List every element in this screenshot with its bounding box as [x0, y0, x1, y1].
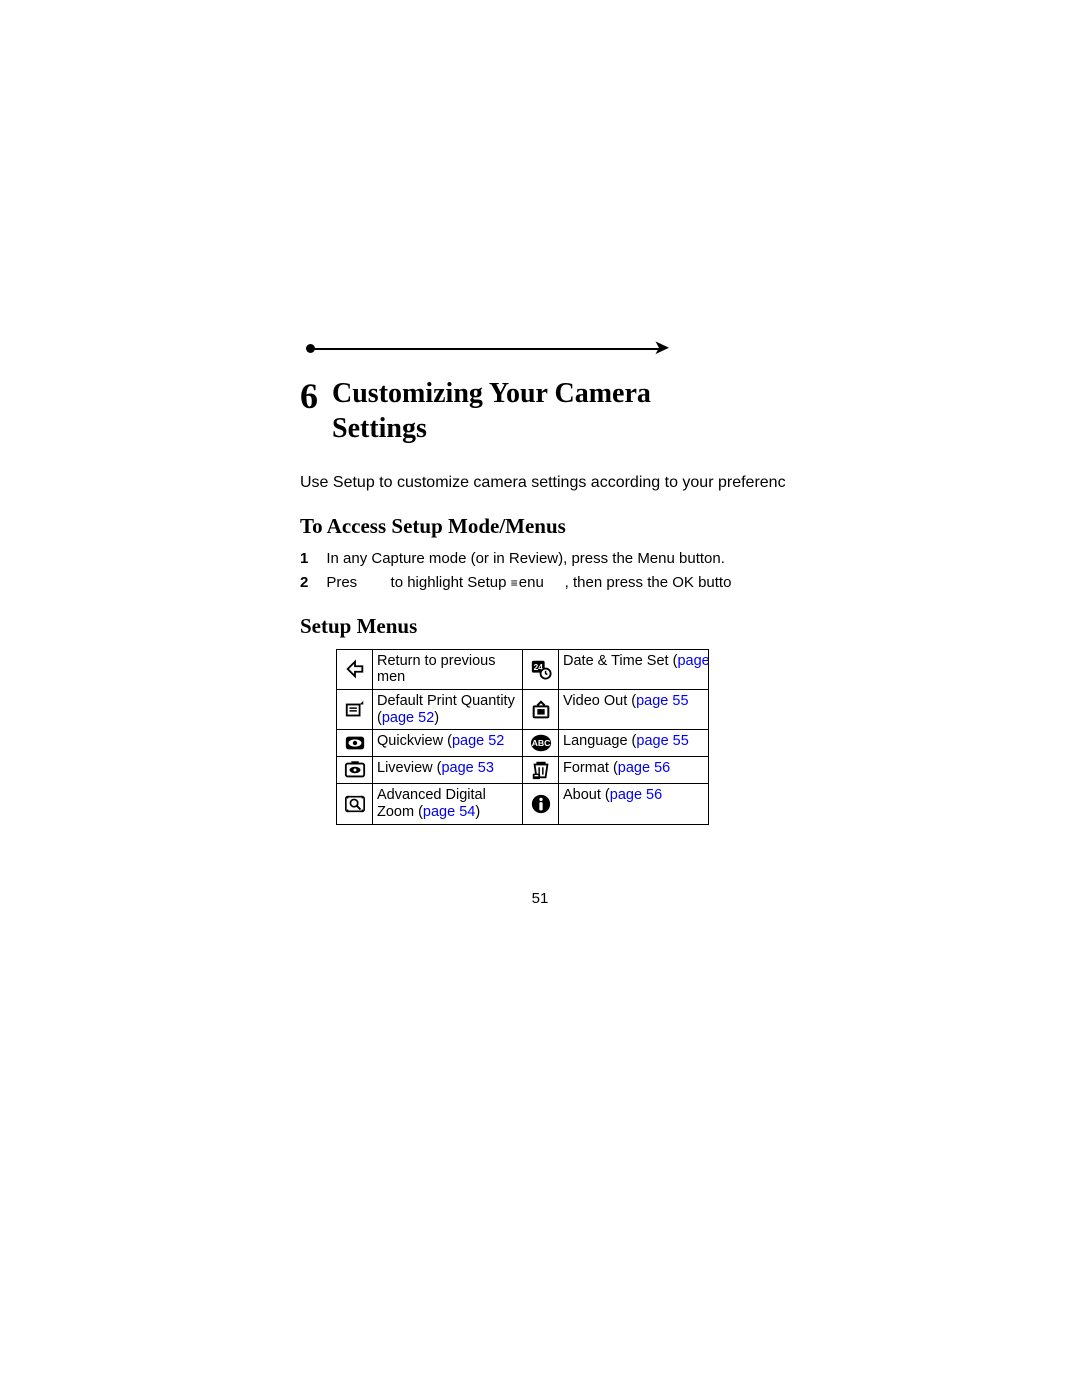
- cell-quickview: Quickview (page 52: [373, 730, 523, 757]
- step-2: 2 Pres to highlight Setup ≡enu , then pr…: [300, 573, 700, 593]
- table-row: Liveview (page 53 Format (page 56: [337, 757, 709, 784]
- page-link[interactable]: page 57: [677, 653, 708, 669]
- chapter-number: 6: [300, 376, 318, 414]
- chapter-heading: 6 Customizing Your Camera Settings: [300, 376, 700, 446]
- step-2-frag-b: to highlight Setup: [391, 574, 507, 591]
- about-icon: [523, 784, 559, 824]
- cell-text: Liveview (: [377, 760, 441, 776]
- document-page: ➤ 6 Customizing Your Camera Settings Use…: [0, 0, 1080, 1397]
- chapter-title: Customizing Your Camera Settings: [332, 376, 700, 446]
- setup-menu-icon: ≡: [508, 575, 516, 591]
- page-link[interactable]: page 55: [636, 733, 688, 749]
- cell-text: Language (: [563, 733, 636, 749]
- step-1: 1 In any Capture mode (or in Review), pr…: [300, 549, 700, 569]
- page-link[interactable]: page 55: [636, 693, 688, 709]
- page-link[interactable]: page 56: [618, 760, 670, 776]
- print-quantity-icon: [337, 689, 373, 729]
- steps-list: 1 In any Capture mode (or in Review), pr…: [300, 549, 700, 594]
- cell-format: Format (page 56: [559, 757, 709, 784]
- step-2-frag-d: , then press the OK butto: [565, 574, 732, 591]
- step-2-text: Pres to highlight Setup ≡enu , then pres…: [326, 573, 731, 593]
- page-link[interactable]: page 54: [423, 804, 475, 820]
- cell-video-out: Video Out (page 55: [559, 689, 709, 729]
- cell-text: Quickview (: [377, 733, 452, 749]
- cell-about: About (page 56: [559, 784, 709, 824]
- cell-close: ): [475, 804, 480, 820]
- page-number: 51: [0, 890, 1080, 907]
- step-number: 2: [300, 573, 308, 593]
- step-1-text: In any Capture mode (or in Review), pres…: [326, 549, 725, 569]
- table-row: Quickview (page 52 ABC Language (page 55: [337, 730, 709, 757]
- section-access-heading: To Access Setup Mode/Menus: [300, 514, 700, 539]
- format-icon: [523, 757, 559, 784]
- cell-text: Format (: [563, 760, 618, 776]
- cell-date-time: Date & Time Set (page 57: [559, 649, 709, 689]
- language-icon: ABC: [523, 730, 559, 757]
- cell-language: Language (page 55: [559, 730, 709, 757]
- liveview-icon: [337, 757, 373, 784]
- step-2-frag-a: Pres: [326, 574, 357, 591]
- svg-text:ABC: ABC: [531, 738, 551, 748]
- table-row: Return to previous men 24 Date & Time Se…: [337, 649, 709, 689]
- page-link[interactable]: page 53: [441, 760, 493, 776]
- page-link[interactable]: page 56: [610, 787, 662, 803]
- setup-menus-table: Return to previous men 24 Date & Time Se…: [336, 649, 709, 825]
- cell-text: Return to previous men: [377, 653, 495, 686]
- chapter-rule: ➤: [300, 330, 670, 358]
- advanced-zoom-icon: [337, 784, 373, 824]
- table-row: Default Print Quantity (page 52) Video O…: [337, 689, 709, 729]
- video-out-icon: [523, 689, 559, 729]
- cell-text: Date & Time Set (: [563, 653, 677, 669]
- step-2-frag-c: enu: [519, 574, 544, 591]
- cell-print-quantity: Default Print Quantity (page 52): [373, 689, 523, 729]
- cell-text: About (: [563, 787, 610, 803]
- page-link[interactable]: page 52: [452, 733, 504, 749]
- return-icon: [337, 649, 373, 689]
- date-time-icon: 24: [523, 649, 559, 689]
- cell-liveview: Liveview (page 53: [373, 757, 523, 784]
- table-row: Advanced Digital Zoom (page 54) About (p…: [337, 784, 709, 824]
- cell-advanced-zoom: Advanced Digital Zoom (page 54): [373, 784, 523, 824]
- rule-line: [312, 348, 662, 350]
- page-link[interactable]: page 52: [382, 710, 434, 726]
- section-setup-menus-heading: Setup Menus: [300, 614, 700, 639]
- cell-text: Video Out (: [563, 693, 636, 709]
- cell-return: Return to previous men: [373, 649, 523, 689]
- rule-arrow-icon: ➤: [653, 338, 670, 358]
- quickview-icon: [337, 730, 373, 757]
- cell-close: ): [434, 710, 439, 726]
- step-number: 1: [300, 549, 308, 569]
- intro-paragraph: Use Setup to customize camera settings a…: [300, 474, 700, 492]
